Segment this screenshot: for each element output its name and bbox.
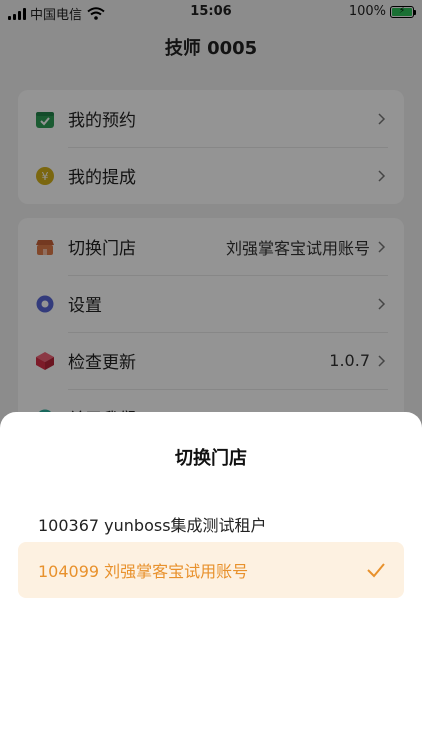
store-option-label: 100367 yunboss集成测试租户 [38, 516, 267, 535]
checkmark-icon [367, 563, 385, 578]
store-option-selected[interactable]: 104099 刘强掌客宝试用账号 [18, 542, 404, 598]
sheet-title: 切换门店 [175, 448, 247, 469]
store-option-label: 104099 刘强掌客宝试用账号 [38, 562, 249, 581]
switch-store-sheet: 切换门店 100367 yunboss集成测试租户 104099 刘强掌客宝试用… [0, 412, 422, 750]
